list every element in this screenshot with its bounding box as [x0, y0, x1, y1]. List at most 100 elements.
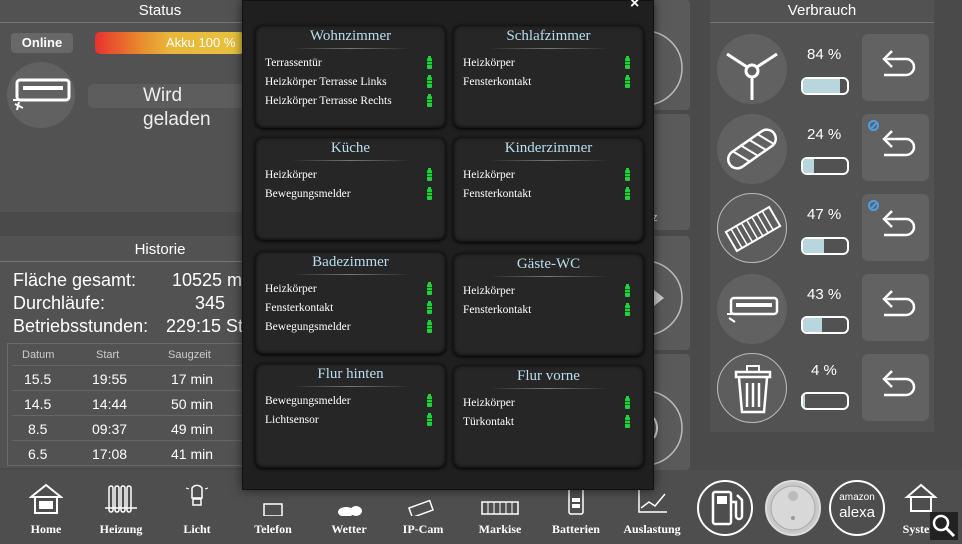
room-flur-hinten: Flur hinten Bewegungsmelder Lichtsensor: [255, 363, 446, 468]
list-item[interactable]: Fensterkontakt: [453, 186, 644, 205]
table-row-2-duration: 50 min: [171, 396, 214, 412]
system-home-icon: [904, 483, 938, 512]
stat-area-value: 10525 m: [172, 270, 243, 290]
consumption-title: Verbrauch: [710, 0, 934, 23]
side-brush-icon: [717, 34, 787, 104]
list-item[interactable]: Heizkörper: [255, 167, 446, 186]
nav-telefon-label: Telefon: [254, 522, 292, 536]
table-row-1-date: 15.5: [24, 371, 52, 387]
room-title: Wohnzimmer: [309, 28, 392, 44]
zoom-button[interactable]: [930, 512, 958, 540]
room-badezimmer: Badezimmer Heizkörper Fensterkontakt Bew…: [255, 251, 446, 354]
nav-heizung[interactable]: Heizung: [81, 470, 161, 544]
nav-batterien-label: Batterien: [552, 522, 600, 536]
battery-icon: [427, 187, 432, 200]
sensor-icon: [717, 274, 787, 344]
list-item[interactable]: Heizkörper: [453, 167, 644, 186]
table-row-1-start: 19:55: [92, 371, 128, 387]
list-item[interactable]: Fensterkontakt: [255, 300, 446, 319]
room-kinderzimmer: Kinderzimmer Heizkörper Fensterkontakt: [453, 137, 644, 242]
trash-level: [801, 392, 849, 410]
reset-side-brush-button[interactable]: [862, 34, 929, 101]
stat-runs-value: 345: [195, 293, 226, 313]
table-row-2-date: 14.5: [24, 396, 52, 412]
room-title: Badezimmer: [312, 254, 389, 270]
room-schlafzimmer: Schlafzimmer Heizkörper Fensterkontakt: [453, 25, 644, 128]
reset-main-brush-button[interactable]: [862, 114, 929, 181]
main-brush-level: [801, 157, 849, 175]
room-kueche: Küche Heizkörper Bewegungsmelder: [255, 137, 446, 240]
battery-icon: [625, 75, 630, 88]
nav-markise-label: Markise: [478, 522, 522, 536]
list-item[interactable]: Bewegungsmelder: [255, 319, 446, 338]
close-icon[interactable]: ×: [630, 0, 639, 13]
room-flur-vorne: Flur vorne Heizkörper Türkontakt: [453, 365, 644, 468]
stat-area-label: Fläche gesamt:: [13, 270, 137, 290]
battery-icon: [427, 320, 432, 333]
robot-vacuum-icon: [770, 485, 816, 531]
table-row-1-duration: 17 min: [171, 371, 214, 387]
fuel-pump-icon: [711, 490, 744, 526]
trash-percent: 4 %: [811, 362, 837, 379]
list-item[interactable]: Heizkörper Terrasse Links: [255, 74, 446, 93]
battery-icon: [625, 415, 630, 428]
battery-icon: [625, 56, 630, 69]
nav-wetter-label: Wetter: [331, 522, 367, 536]
list-item[interactable]: Heizkörper: [453, 55, 644, 74]
fuel-button[interactable]: [697, 480, 753, 536]
battery-icon: [427, 301, 432, 314]
charging-status: Wird geladen: [88, 84, 248, 130]
list-item[interactable]: Heizkörper: [453, 395, 644, 414]
trash-icon: [717, 353, 787, 423]
stat-hours-value: 229:15 St: [166, 316, 244, 336]
robot-icon[interactable]: [7, 62, 75, 128]
alexa-text: alexa: [839, 504, 875, 521]
room-title: Gäste-WC: [516, 256, 581, 272]
list-item[interactable]: Heizkörper Terrasse Rechts: [255, 93, 446, 112]
room-title: Kinderzimmer: [504, 140, 593, 156]
nav-home[interactable]: Home: [6, 470, 86, 544]
nav-ipcam-label: IP-Cam: [402, 522, 444, 536]
bulb-icon: [185, 484, 209, 506]
room-title: Schlafzimmer: [506, 28, 591, 44]
list-item[interactable]: Bewegungsmelder: [255, 393, 446, 412]
nav-heizung-label: Heizung: [99, 522, 143, 536]
sensor-percent: 43 %: [807, 286, 842, 303]
list-item[interactable]: Terrassentür: [255, 55, 446, 74]
room-wohnzimmer: Wohnzimmer Terrassentür Heizkörper Terra…: [255, 25, 446, 128]
list-item[interactable]: Bewegungsmelder: [255, 186, 446, 205]
robot-vacuum-button[interactable]: [765, 480, 821, 536]
battery-icon: [427, 94, 432, 107]
alexa-button[interactable]: amazon alexa: [829, 480, 885, 536]
nav-licht-label: Licht: [183, 522, 211, 536]
list-item[interactable]: Heizkörper: [255, 281, 446, 300]
col-start: Start: [96, 349, 120, 361]
list-item[interactable]: Heizkörper: [453, 283, 644, 302]
room-title: Flur hinten: [317, 366, 384, 382]
reset-sensor-button[interactable]: [862, 274, 929, 341]
list-item[interactable]: Lichtsensor: [255, 412, 446, 431]
magnifier-icon: [932, 514, 956, 538]
online-badge: Online: [11, 33, 73, 53]
nav-licht[interactable]: Licht: [157, 470, 237, 544]
filter-icon: [717, 193, 787, 263]
list-item[interactable]: Türkontakt: [453, 414, 644, 433]
battery-icon: [427, 75, 432, 88]
list-item[interactable]: Fensterkontakt: [453, 302, 644, 321]
battery-icon: [427, 282, 432, 295]
reset-trash-button[interactable]: [862, 354, 929, 421]
side-brush-percent: 84 %: [807, 46, 842, 63]
history-table: Datum Start Saugzeit 15.5 19:55 17 min 1…: [7, 343, 257, 466]
side-brush-level: [801, 77, 849, 95]
table-row-4-date: 6.5: [28, 446, 48, 462]
list-item[interactable]: Fensterkontakt: [453, 74, 644, 93]
col-saugzeit: Saugzeit: [168, 349, 211, 361]
nav-home-label: Home: [30, 522, 62, 536]
battery-icon: [427, 394, 432, 407]
reset-filter-button[interactable]: [862, 194, 929, 261]
nav-auslastung-label: Auslastung: [623, 522, 681, 536]
rooms-modal: × Wohnzimmer Terrassentür Heizkörper Ter…: [242, 0, 654, 490]
room-title: Flur vorne: [517, 368, 580, 384]
alexa-amazon-text: amazon: [839, 492, 875, 503]
stat-hours-label: Betriebsstunden:: [13, 316, 149, 336]
